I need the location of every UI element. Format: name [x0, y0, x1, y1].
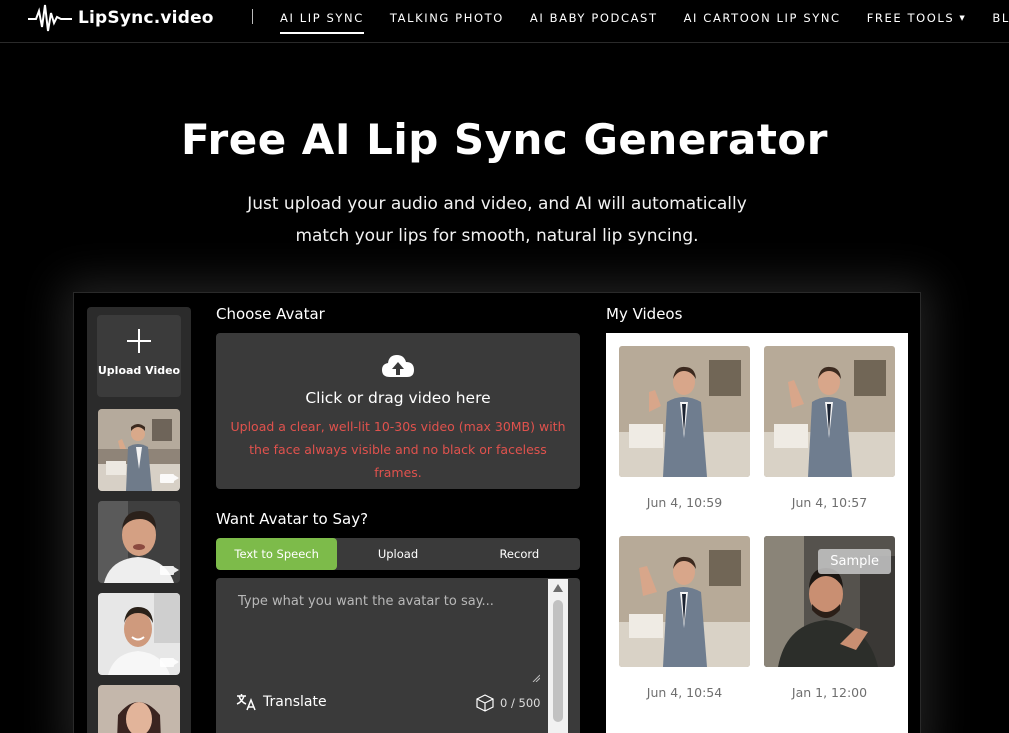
nav-item-label: FREE TOOLS [866, 11, 955, 25]
top-navbar: LipSync.video AI LIP SYNC TALKING PHOTO … [0, 0, 1009, 43]
translate-icon [236, 694, 256, 711]
video-camera-icon [160, 658, 179, 667]
nav-item-label: BLOG [992, 11, 1009, 25]
speech-text-panel: Translate 0 / 500 [216, 578, 580, 733]
video-camera-icon [160, 566, 179, 575]
nav-item-label: AI LIP SYNC [280, 11, 364, 25]
video-dropzone[interactable]: Click or drag video here Upload a clear,… [216, 333, 580, 489]
upload-video-label: Upload Video [97, 364, 181, 377]
nav-item-ai-cartoon-lip-sync[interactable]: AI CARTOON LIP SYNC [684, 0, 841, 36]
avatar-thumbnail-suit-man[interactable] [98, 409, 180, 491]
video-date: Jun 4, 10:54 [646, 685, 723, 700]
page-subtitle: Just upload your audio and video, and AI… [247, 194, 747, 246]
avatar-speech-heading: Want Avatar to Say? [216, 510, 369, 528]
video-date: Jan 1, 12:00 [791, 685, 868, 700]
video-card[interactable] [619, 346, 750, 477]
brand-logo[interactable]: LipSync.video [28, 0, 214, 36]
tab-record[interactable]: Record [459, 538, 580, 570]
nav-item-label: AI CARTOON LIP SYNC [683, 11, 841, 25]
tab-label: Text to Speech [234, 547, 319, 561]
tab-text-to-speech[interactable]: Text to Speech [216, 538, 338, 570]
sample-badge: Sample [818, 549, 891, 574]
video-card-sample[interactable]: Sample [764, 536, 895, 667]
nav-menu: AI LIP SYNC TALKING PHOTO AI BABY PODCAS… [280, 0, 1009, 36]
tab-label: Upload [377, 547, 419, 561]
nav-item-free-tools[interactable]: FREE TOOLS ▼ [867, 0, 967, 36]
cube-icon [476, 694, 494, 712]
avatar-image [98, 685, 180, 733]
avatar-thumbnail-tshirt-man[interactable] [98, 501, 180, 583]
dropzone-requirements: Upload a clear, well-lit 10-30s video (m… [230, 419, 566, 480]
my-videos-grid: Jun 4, 10:59 Jun 4, 10:57 Jun 4, 10:54 S… [606, 333, 908, 733]
translate-button[interactable]: Translate [236, 693, 327, 711]
plus-icon [127, 329, 151, 353]
video-date: Jun 4, 10:59 [646, 495, 723, 510]
nav-item-ai-baby-podcast[interactable]: AI BABY PODCAST [530, 0, 658, 36]
video-thumbnail [619, 346, 750, 477]
upload-video-button[interactable]: Upload Video [97, 315, 181, 397]
video-thumbnail [764, 346, 895, 477]
translate-label: Translate [263, 694, 327, 710]
character-counter: 0 / 500 [476, 694, 540, 712]
page-title: Free AI Lip Sync Generator [181, 115, 828, 164]
video-thumbnail [619, 536, 750, 667]
tab-label: Record [499, 547, 540, 561]
video-card[interactable] [764, 346, 895, 477]
brand-name: LipSync.video [78, 8, 214, 28]
avatar-thumbnail-smiling-man[interactable] [98, 593, 180, 675]
avatar-list-sidebar: Upload Video [87, 307, 191, 733]
video-date: Jun 4, 10:57 [791, 495, 868, 510]
character-count: 0 / 500 [500, 696, 541, 710]
nav-item-label: AI BABY PODCAST [529, 11, 658, 25]
scroll-up-arrow-icon[interactable] [553, 584, 563, 592]
nav-item-ai-lip-sync[interactable]: AI LIP SYNC [280, 0, 364, 36]
dropzone-instruction: Click or drag video here [305, 389, 491, 407]
choose-avatar-heading: Choose Avatar [216, 305, 325, 323]
speech-text-input[interactable] [226, 588, 549, 688]
video-camera-icon [160, 474, 179, 483]
text-scrollbar[interactable] [548, 579, 568, 733]
cloud-upload-icon [382, 355, 414, 377]
nav-item-blog[interactable]: BLOG [992, 0, 1009, 36]
avatar-thumbnail-woman[interactable] [98, 685, 180, 733]
nav-item-talking-photo[interactable]: TALKING PHOTO [390, 0, 504, 36]
speech-source-tabs: Text to Speech Upload Record [216, 538, 580, 570]
caret-down-icon: ▼ [959, 14, 967, 22]
waveform-logo-icon [28, 4, 72, 32]
my-videos-heading: My Videos [606, 305, 683, 323]
video-card[interactable] [619, 536, 750, 667]
nav-item-label: TALKING PHOTO [389, 11, 504, 25]
tab-upload[interactable]: Upload [337, 538, 458, 570]
resize-handle-icon[interactable] [532, 674, 540, 682]
lip-sync-app-panel: Upload Video Choose Avatar Click or drag… [73, 292, 921, 733]
nav-divider [252, 9, 253, 24]
scrollbar-thumb[interactable] [553, 600, 563, 722]
